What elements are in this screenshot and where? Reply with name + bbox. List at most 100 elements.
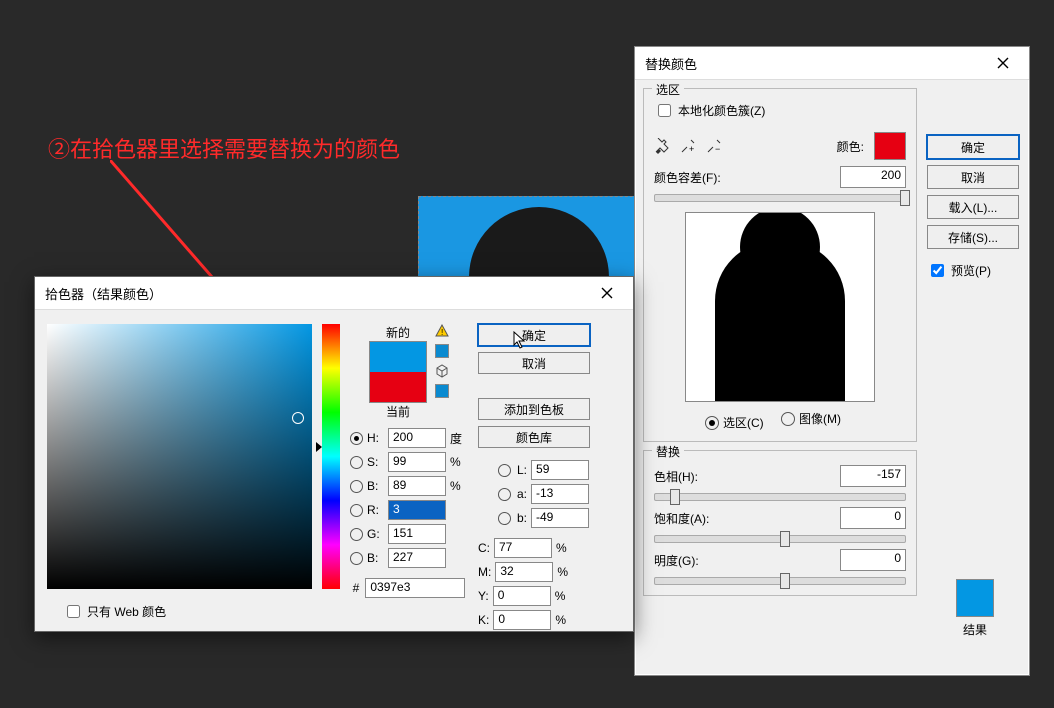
selection-fieldset: 选区 本地化颜色簇(Z) + − 颜色: 颜色容差(F): 200 选区(C) …: [643, 88, 917, 442]
hex-row: # 0397e3: [353, 578, 466, 598]
web-only-checkbox[interactable]: 只有 Web 颜色: [63, 602, 166, 621]
eyedropper-row: + − 颜色:: [654, 132, 906, 160]
cube-target-swatch[interactable]: [435, 384, 449, 398]
picker-right-column: 确定 取消 添加到色板 颜色库 L:59 a:-13 b:-49 C:77% M…: [478, 324, 590, 630]
Bb-radio[interactable]: B:: [350, 551, 384, 565]
color-libraries-button[interactable]: 颜色库: [478, 426, 590, 448]
light-row: 明度(G): 0: [654, 549, 906, 571]
sv-cursor: [292, 412, 304, 424]
web-only-input[interactable]: [67, 605, 80, 618]
hue-row: 色相(H): -157: [654, 465, 906, 487]
G-radio[interactable]: G:: [350, 527, 384, 541]
current-label: 当前: [369, 403, 427, 420]
b-radio[interactable]: [498, 512, 511, 525]
cancel-button[interactable]: 取消: [927, 165, 1019, 189]
cursor-icon: [513, 331, 529, 351]
hue-slider[interactable]: [654, 493, 906, 501]
new-current-swatch[interactable]: [369, 341, 427, 403]
K-input[interactable]: 0: [493, 610, 551, 630]
M-input[interactable]: 32: [495, 562, 553, 582]
Y-input[interactable]: 0: [493, 586, 551, 606]
new-color: [370, 342, 426, 372]
lab-b-input[interactable]: -49: [531, 508, 589, 528]
annotation-step2: ②在拾色器里选择需要替换为的颜色: [48, 132, 400, 164]
fuzziness-slider[interactable]: [654, 194, 906, 202]
hex-input[interactable]: 0397e3: [365, 578, 465, 598]
swatch-column: 新的 当前 ! H: 200 度: [350, 324, 468, 630]
S-radio[interactable]: S:: [350, 455, 384, 469]
a-radio[interactable]: [498, 488, 511, 501]
preview-mode-radios: 选区(C) 图像(M): [654, 410, 906, 431]
radio-image[interactable]: 图像(M): [781, 410, 841, 427]
L-input[interactable]: 59: [531, 460, 589, 480]
source-color-swatch[interactable]: [874, 132, 906, 160]
result-swatch[interactable]: [956, 579, 994, 617]
selection-preview: [685, 212, 875, 402]
web-only-label: 只有 Web 颜色: [87, 603, 166, 620]
svg-text:+: +: [689, 144, 694, 154]
hex-prefix: #: [353, 581, 360, 595]
localized-checkbox[interactable]: 本地化颜色簇(Z): [654, 101, 765, 120]
eyedropper-add-icon[interactable]: +: [680, 138, 696, 154]
Bv-radio[interactable]: B:: [350, 479, 384, 493]
radio-selection[interactable]: 选区(C): [705, 414, 764, 431]
sv-field[interactable]: [47, 324, 312, 589]
close-button[interactable]: [987, 53, 1019, 73]
Bb-input[interactable]: 227: [388, 548, 446, 568]
dialog-buttons: 确定 取消 载入(L)... 存储(S)... 预览(P): [927, 135, 1019, 284]
color-picker-dialog: 拾色器（结果颜色） 新的 当前 !: [34, 276, 634, 632]
sat-label: 饱和度(A):: [654, 510, 724, 527]
gamut-warning-icon[interactable]: !: [435, 324, 449, 338]
picker-cancel-button[interactable]: 取消: [478, 352, 590, 374]
cube-icon[interactable]: [435, 364, 449, 378]
close-icon: [601, 287, 613, 299]
replace-legend: 替换: [652, 443, 684, 460]
close-icon: [997, 57, 1009, 69]
picker-close-button[interactable]: [591, 283, 623, 303]
svg-text:!: !: [441, 328, 443, 337]
sat-slider[interactable]: [654, 535, 906, 543]
eyedropper-icon[interactable]: [654, 138, 670, 154]
C-input[interactable]: 77: [494, 538, 552, 558]
replace-fieldset: 替换 色相(H): -157 饱和度(A): 0 明度(G): 0: [643, 450, 917, 596]
ok-button[interactable]: 确定: [927, 135, 1019, 159]
hsb-rgb-fields: H: 200 度 S: 99 % B: 89 % R: 3 G: 151 B: …: [350, 428, 468, 568]
current-color: [370, 372, 426, 402]
gamut-icons: !: [435, 324, 449, 420]
G-input[interactable]: 151: [388, 524, 446, 544]
S-input[interactable]: 99: [388, 452, 446, 472]
light-label: 明度(G):: [654, 552, 724, 569]
dialog-titlebar: 替换颜色: [635, 47, 1029, 80]
fuzziness-input[interactable]: 200: [840, 166, 906, 188]
light-slider[interactable]: [654, 577, 906, 585]
gamut-target-swatch[interactable]: [435, 344, 449, 358]
add-to-swatches-button[interactable]: 添加到色板: [478, 398, 590, 420]
selection-legend: 选区: [652, 81, 684, 98]
Bv-input[interactable]: 89: [388, 476, 446, 496]
save-button[interactable]: 存储(S)...: [927, 225, 1019, 249]
localized-check-input[interactable]: [658, 104, 671, 117]
R-input[interactable]: 3: [388, 500, 446, 520]
load-button[interactable]: 载入(L)...: [927, 195, 1019, 219]
a-input[interactable]: -13: [531, 484, 589, 504]
preview-check-input[interactable]: [931, 264, 944, 277]
H-input[interactable]: 200: [388, 428, 446, 448]
picker-titlebar: 拾色器（结果颜色）: [35, 277, 633, 310]
result-label: 结果: [931, 621, 1019, 638]
picker-ok-button[interactable]: 确定: [478, 324, 590, 346]
svg-text:−: −: [715, 144, 720, 154]
eyedropper-sub-icon[interactable]: −: [706, 138, 722, 154]
cmyk-fields: C:77% M:32% Y:0% K:0%: [478, 538, 590, 630]
sat-input[interactable]: 0: [840, 507, 906, 529]
preview-label: 预览(P): [951, 262, 991, 279]
R-radio[interactable]: R:: [350, 503, 384, 517]
L-radio[interactable]: [498, 464, 511, 477]
result-area: 结果: [931, 439, 1019, 638]
H-radio[interactable]: H:: [350, 431, 384, 445]
hue-input[interactable]: -157: [840, 465, 906, 487]
new-label: 新的: [369, 324, 427, 341]
light-input[interactable]: 0: [840, 549, 906, 571]
picker-body: 新的 当前 ! H: 200 度: [35, 310, 633, 642]
preview-checkbox[interactable]: 预览(P): [927, 261, 1019, 280]
hue-strip[interactable]: [322, 324, 340, 589]
